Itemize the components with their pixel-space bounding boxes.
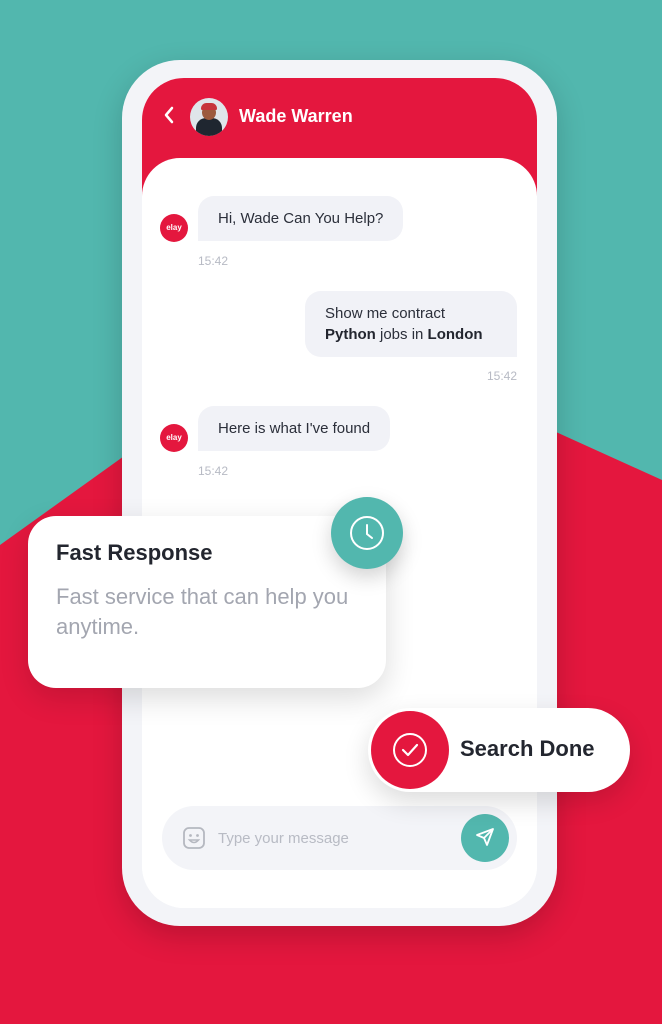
clock-icon <box>350 516 384 550</box>
message-bubble-incoming: Hi, Wade Can You Help? <box>198 196 404 241</box>
message-time: 15:42 <box>486 369 517 383</box>
keyword-london: London <box>427 326 483 343</box>
phone-mockup: Wade Warren elay Hi, Wade Can You Help? … <box>122 60 557 926</box>
message-bubble-outgoing: Show me contract Python jobs in London <box>305 291 517 357</box>
bot-avatar: elay <box>160 424 188 452</box>
status-label: Search Done <box>460 736 595 761</box>
smiley-icon[interactable] <box>182 826 206 850</box>
bot-avatar: elay <box>160 214 188 242</box>
check-circle-icon <box>393 733 427 767</box>
message-time: 15:42 <box>198 254 229 268</box>
card-title: Fast Response <box>56 540 213 565</box>
send-button[interactable] <box>461 814 509 862</box>
message-input[interactable] <box>218 824 438 852</box>
card-description: Fast service that can help you anytime. <box>56 584 349 639</box>
message-composer <box>162 806 517 870</box>
search-done-pill: Search Done <box>368 708 630 792</box>
message-bubble-incoming: Here is what I've found <box>198 406 391 451</box>
keyword-python: Python <box>325 326 376 343</box>
avatar[interactable] <box>190 98 228 136</box>
contact-name: Wade Warren <box>239 106 353 126</box>
check-badge <box>371 711 449 789</box>
clock-badge <box>331 497 403 569</box>
send-icon <box>476 827 494 846</box>
message-text-line: Show me contract <box>325 305 446 322</box>
chevron-left-icon[interactable] <box>162 104 178 128</box>
message-time: 15:42 <box>198 464 229 478</box>
